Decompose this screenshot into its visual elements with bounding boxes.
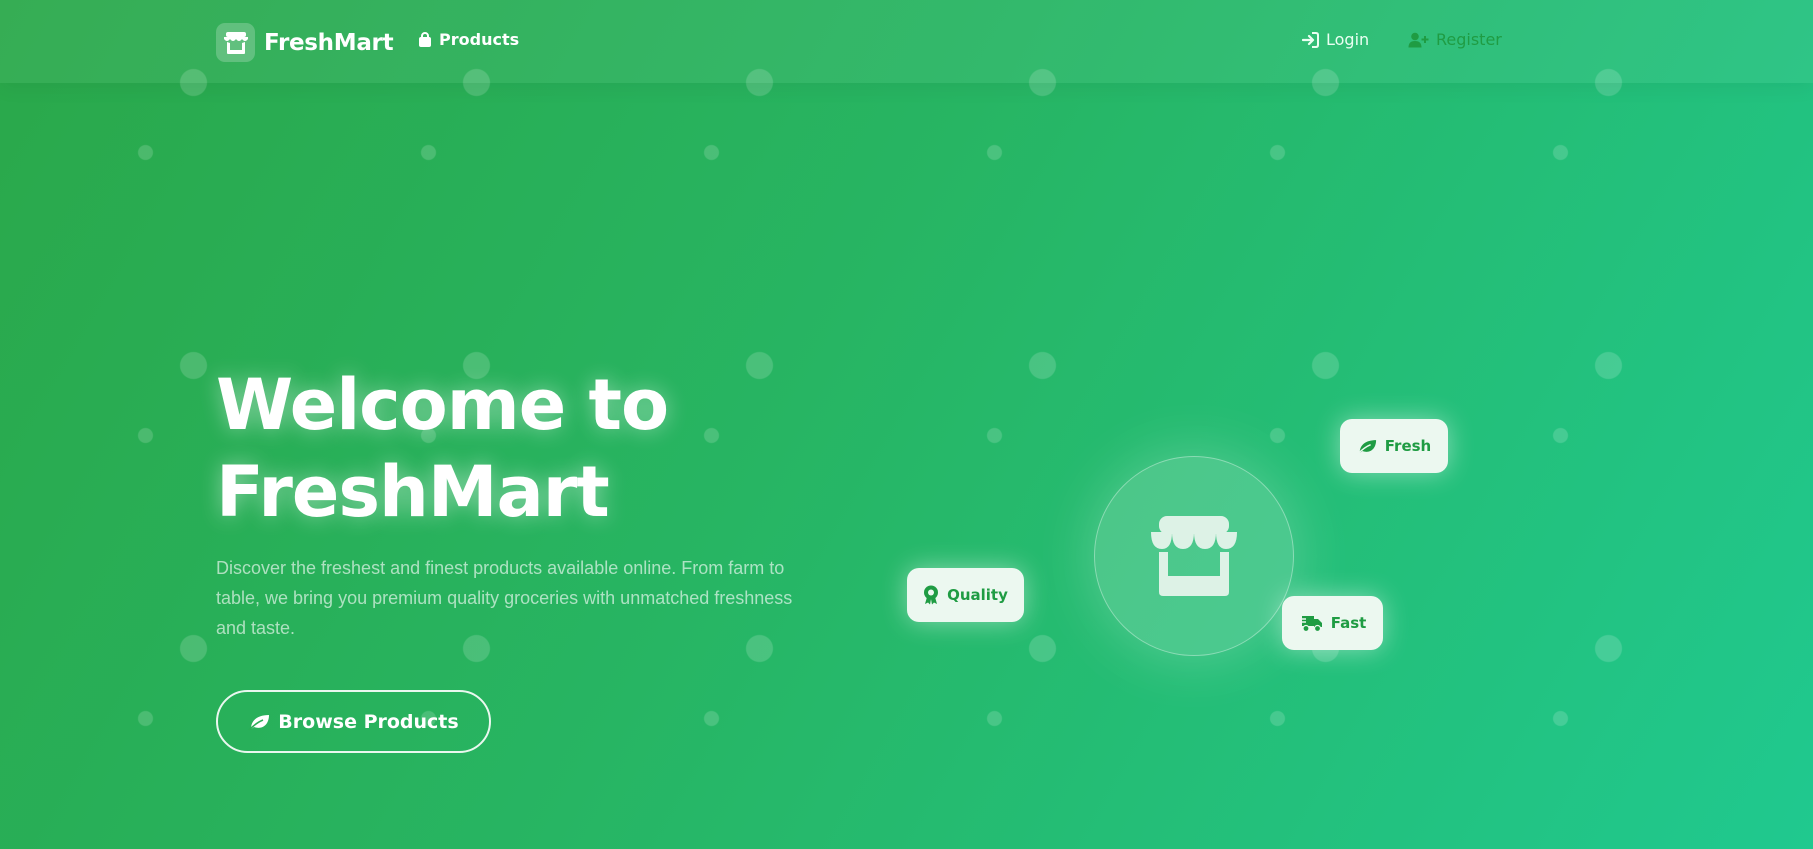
truck-icon xyxy=(1298,616,1322,632)
nav-register-label: Register xyxy=(1436,30,1502,49)
nav-products-label: Products xyxy=(439,30,520,49)
browse-products-label: Browse Products xyxy=(278,710,459,733)
nav-login-label: Login xyxy=(1326,30,1370,49)
leaf-icon xyxy=(248,714,270,731)
store-illustration xyxy=(1094,456,1294,656)
nav-register-link[interactable]: Register xyxy=(1408,30,1502,49)
navbar: FreshMart Products Login Register xyxy=(0,0,1813,83)
store-icon xyxy=(1151,516,1237,596)
hero-description: Discover the freshest and finest product… xyxy=(216,558,793,638)
hero-title: Welcome to FreshMart xyxy=(216,362,669,536)
feature-fast-label: Fast xyxy=(1330,614,1367,632)
feature-chip-quality: Quality xyxy=(907,568,1024,622)
shopping-bag-icon xyxy=(419,31,431,47)
nav-products-link[interactable]: Products xyxy=(418,30,519,49)
feature-fresh-label: Fresh xyxy=(1384,437,1432,455)
brand-name: FreshMart xyxy=(264,29,394,56)
hero-title-line-1: Welcome to xyxy=(216,364,669,446)
award-icon xyxy=(924,585,939,605)
feature-chip-fast: Fast xyxy=(1282,596,1383,650)
feature-quality-label: Quality xyxy=(947,586,1008,604)
nav-login-link[interactable]: Login xyxy=(1302,30,1369,49)
user-plus-icon xyxy=(1408,32,1429,47)
feature-chip-fresh: Fresh xyxy=(1340,419,1448,473)
brand[interactable]: FreshMart xyxy=(216,23,394,62)
leaf-icon xyxy=(1357,439,1376,454)
sign-in-icon xyxy=(1302,31,1319,48)
hero-title-line-2: FreshMart xyxy=(216,451,610,533)
browse-products-button[interactable]: Browse Products xyxy=(216,690,491,753)
store-icon xyxy=(216,23,255,62)
